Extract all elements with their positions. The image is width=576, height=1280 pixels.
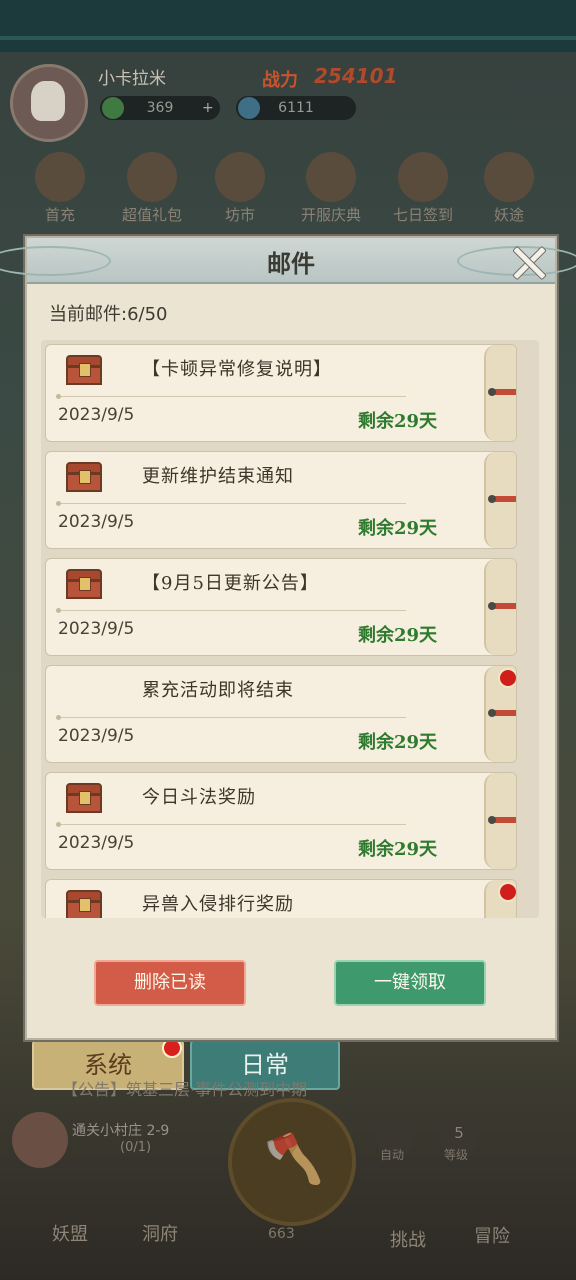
unread-badge <box>498 882 516 902</box>
feature-value-pack[interactable]: 超值礼包 <box>117 152 187 225</box>
mail-subject: 今日斗法奖励 <box>142 787 256 808</box>
nav-challenge[interactable]: 挑战 <box>390 1226 426 1252</box>
feature-demon-path[interactable]: 妖途 <box>476 152 542 225</box>
mail-item[interactable]: 累充活动即将结束 2023/9/5 剩余29天 <box>45 665 517 763</box>
energy-amount: 663 <box>268 1226 295 1242</box>
crystal-amount: 6111 <box>278 100 314 116</box>
gift-pack-icon <box>127 152 177 202</box>
mail-remaining: 剩余29天 <box>358 839 438 860</box>
chest-icon <box>66 890 102 918</box>
player-avatar[interactable] <box>10 64 88 142</box>
power-value: 254101 <box>314 64 398 88</box>
mail-list[interactable]: 【卡顿异常修复说明】 2023/9/5 剩余29天 更新维护结束通知 2023/… <box>41 340 539 918</box>
mail-item[interactable]: 【9月5日更新公告】 2023/9/5 剩余29天 <box>45 558 517 656</box>
chest-icon <box>66 355 102 385</box>
top-banner <box>0 0 576 52</box>
power-label: 战力 <box>262 70 298 91</box>
scroll-rod-icon <box>488 709 516 717</box>
market-icon <box>215 152 265 202</box>
stage-avatar <box>12 1112 68 1168</box>
level-label: 等级 <box>444 1148 469 1162</box>
signin-icon <box>398 152 448 202</box>
mail-date: 2023/9/5 <box>58 726 135 746</box>
mail-count: 当前邮件:6/50 <box>49 304 168 325</box>
mail-date: 2023/9/5 <box>58 833 135 853</box>
stage-title: 通关小村庄 2-9 <box>72 1123 170 1139</box>
stage-progress: (0/1) <box>120 1140 152 1155</box>
add-icon[interactable]: + <box>202 96 214 120</box>
dialog-title: 邮件 <box>267 249 315 278</box>
scroll-rod-icon <box>488 816 516 824</box>
mail-date: 2023/9/5 <box>58 619 135 639</box>
mail-subject: 异兽入侵排行奖励 <box>142 894 294 915</box>
crystal-resource[interactable]: 6111 <box>236 96 356 120</box>
jade-amount: 369 <box>146 100 174 116</box>
mail-subject: 更新维护结束通知 <box>142 466 294 487</box>
mail-item[interactable]: 异兽入侵排行奖励 <box>45 879 517 918</box>
mail-remaining: 剩余29天 <box>358 732 438 753</box>
mail-dialog: 邮件 当前邮件:6/50 【卡顿异常修复说明】 2023/9/5 剩余29天 更… <box>0 236 576 1040</box>
scroll-rod-icon <box>488 388 516 396</box>
jade-resource[interactable]: 369 + <box>100 96 220 120</box>
auto-label: 自动 <box>380 1148 405 1162</box>
chest-icon <box>66 462 102 492</box>
nav-sect[interactable]: 妖盟 <box>52 1220 88 1246</box>
chest-icon <box>66 569 102 599</box>
feature-seven-day-signin[interactable]: 七日签到 <box>383 152 463 225</box>
delete-read-button[interactable]: 删除已读 <box>94 960 246 1006</box>
feature-first-recharge[interactable]: 首充 <box>27 152 93 225</box>
feature-opening-celebration[interactable]: 开服庆典 <box>291 152 371 225</box>
system-tab-badge <box>162 1038 182 1058</box>
book-icon <box>484 152 534 202</box>
crystal-icon <box>238 97 260 119</box>
mail-subject: 【卡顿异常修复说明】 <box>142 359 332 380</box>
celebration-icon <box>306 152 356 202</box>
mail-item[interactable]: 今日斗法奖励 2023/9/5 剩余29天 <box>45 772 517 870</box>
mail-remaining: 剩余29天 <box>358 625 438 646</box>
nav-cave[interactable]: 洞府 <box>142 1220 178 1246</box>
mail-subject: 累充活动即将结束 <box>142 680 294 701</box>
feature-market[interactable]: 坊市 <box>207 152 273 225</box>
mail-subject: 【9月5日更新公告】 <box>142 573 319 594</box>
nav-adventure[interactable]: 冒险 <box>474 1222 510 1248</box>
mail-date: 2023/9/5 <box>58 512 135 532</box>
mail-remaining: 剩余29天 <box>358 518 438 539</box>
first-recharge-icon <box>35 152 85 202</box>
jade-icon <box>102 97 124 119</box>
scroll-rod-icon <box>488 602 516 610</box>
player-name: 小卡拉米 <box>98 69 166 89</box>
announcement-ticker: 【公告】筑基三层·事件公测到中期 <box>62 1080 308 1099</box>
close-button[interactable] <box>505 242 549 282</box>
scroll-rod-icon <box>488 495 516 503</box>
claim-all-button[interactable]: 一键领取 <box>334 960 486 1006</box>
mail-date: 2023/9/5 <box>58 405 135 425</box>
mail-item[interactable]: 更新维护结束通知 2023/9/5 剩余29天 <box>45 451 517 549</box>
unread-badge <box>498 668 516 688</box>
chest-icon <box>66 783 102 813</box>
mail-remaining: 剩余29天 <box>358 411 438 432</box>
mail-item[interactable]: 【卡顿异常修复说明】 2023/9/5 剩余29天 <box>45 344 517 442</box>
main-action-button[interactable] <box>228 1098 356 1226</box>
